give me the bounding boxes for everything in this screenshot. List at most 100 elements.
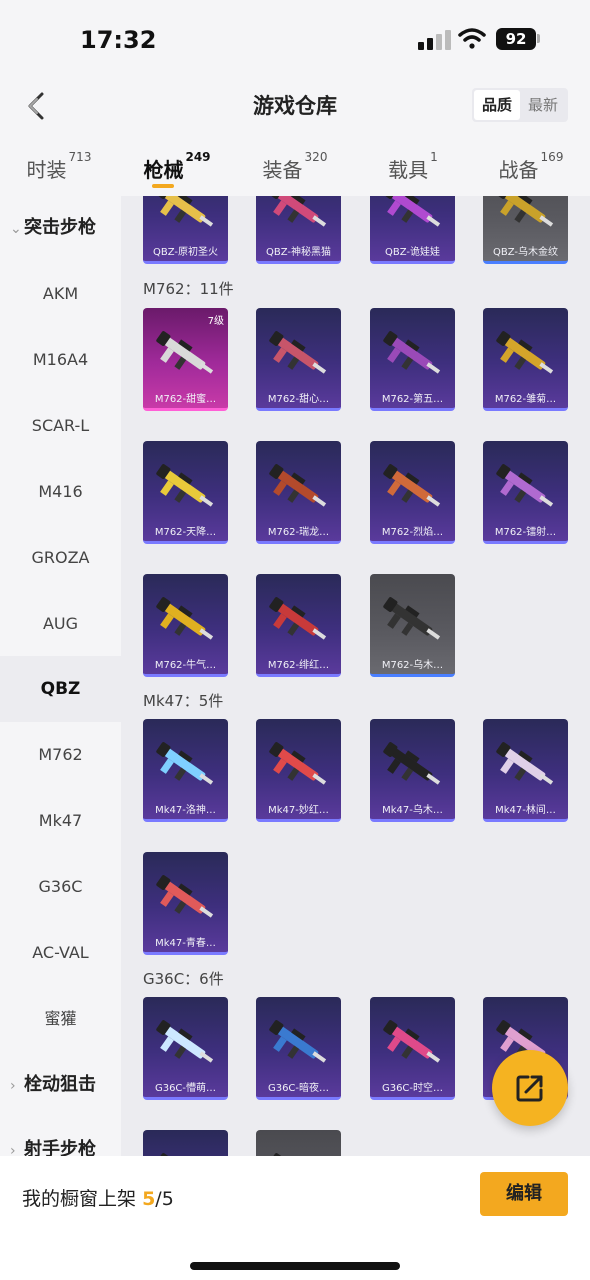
weapon-card[interactable]: G36C-时空… [370,997,455,1100]
sidebar-item-scar-l[interactable]: SCAR-L [0,393,121,459]
share-out-icon [516,1075,543,1102]
section-header-g36c: G36C：6件 [143,970,224,988]
tab-count: 713 [68,150,92,164]
weapon-card[interactable]: QBZ-原初圣火 [143,196,228,264]
weapon-card-label: M762-第五… [381,394,444,405]
weapon-card[interactable]: M762-第五… [370,308,455,411]
weapon-card-label: QBZ-原初圣火 [152,247,218,258]
weapon-card-label: M762-甜心… [267,394,330,405]
weapon-card[interactable]: M762-镭射… [483,441,568,544]
weapon-card-label: Mk47-乌木… [382,805,443,816]
weapon-card[interactable]: QBZ-诡娃娃 [370,196,455,264]
rifle-icon [156,875,214,918]
sidebar-item-mk47[interactable]: Mk47 [0,788,121,854]
weapon-card-label: G36C-懵萌… [154,1083,217,1094]
rifle-icon [156,1153,171,1156]
rifle-icon [269,742,327,785]
weapon-card[interactable]: G36C-懵萌… [143,997,228,1100]
showcase-status: 我的橱窗上架 5/5 [22,1184,174,1211]
weapon-card[interactable]: 7级 M762-甜蜜… [143,308,228,411]
weapon-card[interactable]: G36C-暗夜… [256,997,341,1100]
tab-guns[interactable]: 枪械249 [118,140,236,196]
tab-count: 1 [430,150,438,164]
weapon-card[interactable]: Mk47-洛神… [143,719,228,822]
weapon-card[interactable] [143,1130,228,1156]
sidebar-item-honey-badger[interactable]: 蜜獾 [0,986,121,1052]
rifle-icon [496,331,554,374]
weapon-card[interactable]: Mk47-乌木… [370,719,455,822]
weapon-card[interactable]: M762-乌木… [370,574,455,677]
tab-equipment[interactable]: 装备320 [236,140,354,196]
chevron-right-icon: › [10,1143,16,1156]
weapon-card-label: QBZ-神秘黑猫 [265,247,331,258]
weapon-card[interactable] [256,1130,341,1156]
category-tabs: 时装713 枪械249 装备320 载具1 战备169 [0,140,590,196]
tab-combat-prep[interactable]: 战备169 [472,140,590,196]
rifle-icon [269,1153,284,1156]
status-bar: 17:32 92 [0,0,590,80]
tab-label: 装备 [262,158,303,182]
weapon-card-label: M762-镭射… [494,527,557,538]
sort-toggle[interactable]: 品质 最新 [472,88,568,122]
sidebar-item-m16a4[interactable]: M16A4 [0,327,121,393]
rifle-icon [269,597,327,640]
weapon-card[interactable]: M762-甜心… [256,308,341,411]
tab-fashion[interactable]: 时装713 [0,140,118,196]
sidebar-item-g36c[interactable]: G36C [0,854,121,920]
rifle-icon [383,464,441,507]
rifle-icon [156,464,214,507]
tab-vehicles[interactable]: 载具1 [354,140,472,196]
sidebar-item-akm[interactable]: AKM [0,261,121,327]
tab-count: 169 [540,150,564,164]
sidebar-item-qbz[interactable]: QBZ [0,656,121,722]
weapon-card[interactable]: Mk47-青春… [143,852,228,955]
sidebar-group-label: 栓动狙击 [24,1074,96,1095]
sidebar-group-dmr[interactable]: › 射手步枪 [10,1130,121,1156]
weapon-card-label: Mk47-青春… [155,938,216,949]
weapon-card-label: M762-牛气… [154,660,217,671]
weapon-card-label: Mk47-洛神… [155,805,216,816]
tab-count: 320 [304,150,328,164]
sidebar-group-bolt-sniper[interactable]: › 栓动狙击 [10,1065,121,1105]
share-button[interactable] [492,1050,568,1126]
weapon-card[interactable]: M762-雏菊… [483,308,568,411]
sidebar-item-m762[interactable]: M762 [0,722,121,788]
nav-bar: 游戏仓库 品质 最新 [0,80,590,130]
weapon-card[interactable]: M762-牛气… [143,574,228,677]
weapon-card[interactable]: M762-天降… [143,441,228,544]
sidebar-group-label: 射手步枪 [24,1139,96,1156]
sidebar-group-assault-rifle[interactable]: ⌄ 突击步枪 [10,208,121,248]
level-badge: 7级 [207,316,224,327]
weapon-card-label: M762-绯红… [267,660,330,671]
rifle-icon [383,1020,441,1063]
sidebar-item-aug[interactable]: AUG [0,591,121,657]
rifle-icon [269,464,327,507]
sort-option-newest[interactable]: 最新 [520,90,566,120]
sidebar-item-groza[interactable]: GROZA [0,525,121,591]
sort-option-quality[interactable]: 品质 [474,90,520,120]
battery-tip [537,34,540,43]
weapon-card[interactable]: M762-瑞龙… [256,441,341,544]
edit-button[interactable]: 编辑 [480,1172,568,1216]
battery-indicator: 92 [496,28,536,50]
weapon-card[interactable]: QBZ-神秘黑猫 [256,196,341,264]
wifi-icon [458,28,486,49]
chevron-right-icon: › [10,1078,16,1094]
weapon-card[interactable]: M762-烈焰… [370,441,455,544]
sidebar-item-ac-val[interactable]: AC-VAL [0,920,121,986]
tab-active-indicator [152,184,174,188]
sidebar-item-m416[interactable]: M416 [0,459,121,525]
weapon-card[interactable]: Mk47-妙红… [256,719,341,822]
tab-label: 战备 [498,158,539,182]
rifle-icon [156,331,214,374]
rifle-icon [156,196,214,227]
weapon-card-label: M762-甜蜜… [154,394,217,405]
weapon-card[interactable]: QBZ-乌木金纹 [483,196,568,264]
rifle-icon [156,742,214,785]
weapon-type-sidebar: ⌄ 突击步枪 AKM M16A4 SCAR-L M416 GROZA AUG QB… [0,196,121,1156]
weapon-card[interactable]: Mk47-林间… [483,719,568,822]
weapon-card-label: G36C-时空… [381,1083,444,1094]
showcase-count: 5 [142,1188,156,1210]
weapon-card[interactable]: M762-绯红… [256,574,341,677]
rifle-icon [383,196,441,227]
